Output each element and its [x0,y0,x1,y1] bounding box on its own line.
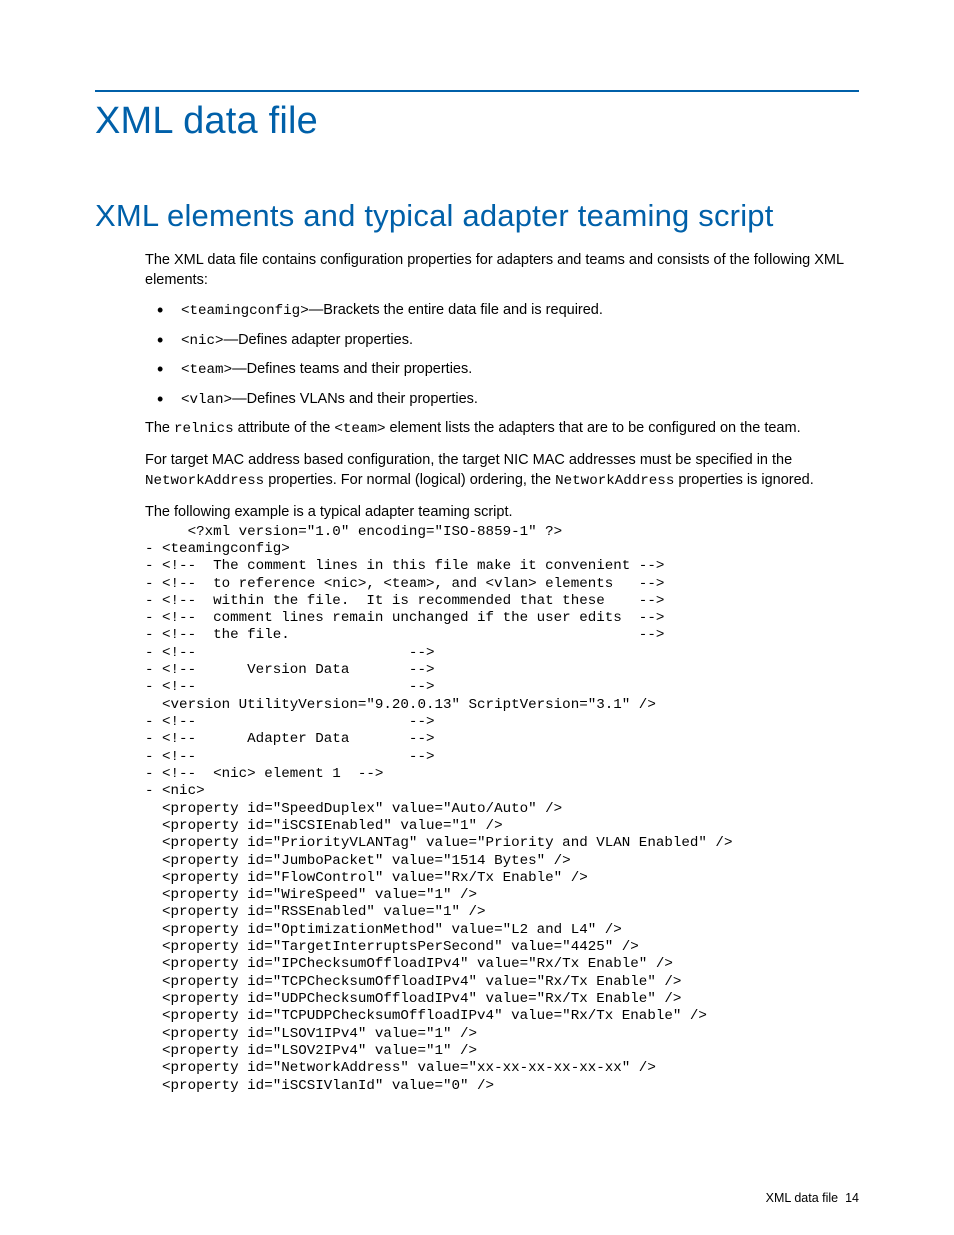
element-tag: <vlan> [181,392,232,408]
inline-code: <team> [334,421,385,437]
inline-code: NetworkAddress [145,473,264,489]
element-list: <teamingconfig>—Brackets the entire data… [145,300,859,410]
text-run: properties is ignored. [674,472,813,488]
element-description: —Brackets the entire data file and is re… [309,302,603,318]
inline-code: NetworkAddress [555,473,674,489]
list-item: <team>—Defines teams and their propertie… [145,359,859,381]
element-description: —Defines adapter properties. [224,332,413,348]
list-item: <teamingconfig>—Brackets the entire data… [145,300,859,322]
text-run: The [145,420,174,436]
text-run: For target MAC address based configurati… [145,452,792,468]
element-description: —Defines teams and their properties. [232,361,472,377]
element-tag: <teamingconfig> [181,303,309,319]
page-number: 14 [845,1191,859,1205]
text-run: element lists the adapters that are to b… [385,420,800,436]
page-title: XML data file [95,100,859,143]
section-heading: XML elements and typical adapter teaming… [95,198,859,234]
xml-code-block: <?xml version="1.0" encoding="ISO-8859-1… [145,524,859,1095]
body-content: The XML data file contains configuration… [145,250,859,1095]
text-run: properties. For normal (logical) orderin… [264,472,555,488]
footer-label: XML data file [766,1191,839,1205]
inline-code: relnics [174,421,234,437]
header-rule [95,90,859,92]
mac-paragraph: For target MAC address based configurati… [145,450,859,492]
element-tag: <nic> [181,333,224,349]
page-footer: XML data file 14 [766,1191,859,1205]
element-description: —Defines VLANs and their properties. [232,391,478,407]
list-item: <vlan>—Defines VLANs and their propertie… [145,389,859,411]
text-run: attribute of the [234,420,335,436]
example-intro: The following example is a typical adapt… [145,502,859,522]
element-tag: <team> [181,362,232,378]
list-item: <nic>—Defines adapter properties. [145,330,859,352]
page: XML data file XML elements and typical a… [0,0,954,1235]
relnics-paragraph: The relnics attribute of the <team> elem… [145,418,859,440]
intro-paragraph: The XML data file contains configuration… [145,250,859,290]
